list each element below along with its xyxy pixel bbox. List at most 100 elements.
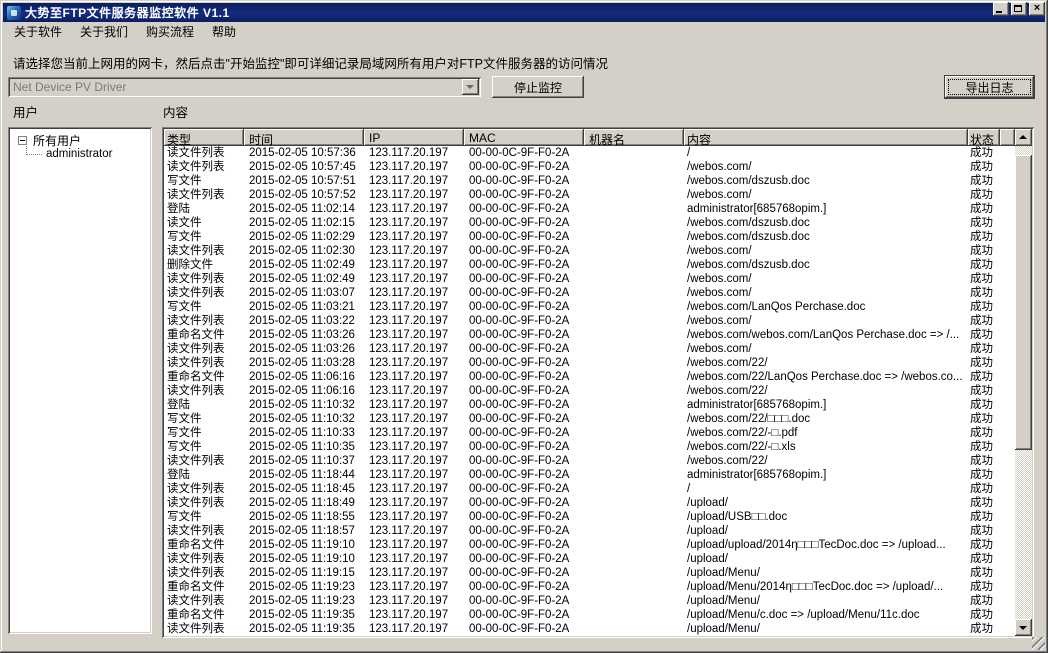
window-controls: × [993,2,1045,16]
cell-mac: 00-00-0C-9F-F0-2A [464,188,584,202]
column-header-filler [1000,129,1015,146]
cell-time: 2015-02-05 11:19:35 [244,622,364,636]
cell-content: /webos.com/dszusb.doc [684,258,968,272]
minimize-icon [996,11,1002,13]
nic-combobox[interactable]: Net Device PV Driver [8,77,481,97]
table-row[interactable]: 重命名文件 2015-02-05 11:03:26 123.117.20.197… [164,328,1015,342]
column-header-status[interactable]: 状态 [968,129,1000,146]
maximize-button[interactable] [1011,2,1027,16]
table-row[interactable]: 读文件列表 2015-02-05 11:02:49 123.117.20.197… [164,272,1015,286]
cell-machine [584,482,684,496]
table-row[interactable]: 读文件列表 2015-02-05 11:10:37 123.117.20.197… [164,454,1015,468]
cell-machine [584,412,684,426]
table-row[interactable]: 写文件 2015-02-05 11:03:21 123.117.20.197 0… [164,300,1015,314]
column-header-ip[interactable]: IP [364,129,464,146]
table-row[interactable]: 读文件列表 2015-02-05 11:19:10 123.117.20.197… [164,552,1015,566]
tree-item-administrator[interactable]: administrator [8,148,112,160]
table-row[interactable]: 重命名文件 2015-02-05 11:06:16 123.117.20.197… [164,370,1015,384]
table-row[interactable]: 重命名文件 2015-02-05 11:19:23 123.117.20.197… [164,580,1015,594]
cell-content: /upload/Menu/ [684,622,968,636]
table-row[interactable]: 读文件列表 2015-02-05 11:19:23 123.117.20.197… [164,594,1015,608]
cell-machine [584,398,684,412]
table-row[interactable]: 读文件列表 2015-02-05 11:03:26 123.117.20.197… [164,342,1015,356]
cell-type: 写文件 [164,300,244,314]
cell-content: / [684,146,968,160]
table-row[interactable]: 读文件列表 2015-02-05 10:57:52 123.117.20.197… [164,188,1015,202]
cell-type: 写文件 [164,230,244,244]
stop-monitoring-button[interactable]: 停止监控 [492,76,584,98]
menu-about-software[interactable]: 关于软件 [7,21,69,42]
cell-machine [584,370,684,384]
cell-mac: 00-00-0C-9F-F0-2A [464,622,584,636]
table-row[interactable]: 写文件 2015-02-05 11:02:29 123.117.20.197 0… [164,230,1015,244]
chevron-down-icon[interactable] [462,79,479,95]
table-row[interactable]: 写文件 2015-02-05 11:10:33 123.117.20.197 0… [164,426,1015,440]
menu-help[interactable]: 帮助 [205,21,243,42]
cell-content: /upload/ [684,552,968,566]
cell-status: 成功 [968,454,1000,468]
table-row[interactable]: 写文件 2015-02-05 11:10:35 123.117.20.197 0… [164,440,1015,454]
cell-ip: 123.117.20.197 [364,258,464,272]
scrollbar-track[interactable] [1015,146,1032,619]
table-row[interactable]: 读文件列表 2015-02-05 10:57:45 123.117.20.197… [164,160,1015,174]
cell-status: 成功 [968,272,1000,286]
menu-purchase[interactable]: 购买流程 [139,21,201,42]
cell-ip: 123.117.20.197 [364,552,464,566]
maximize-icon [1014,5,1022,12]
scrollbar-thumb[interactable] [1015,155,1032,450]
cell-type: 登陆 [164,468,244,482]
cell-type: 写文件 [164,510,244,524]
cell-machine [584,384,684,398]
column-header-time[interactable]: 时间 [244,129,364,146]
app-window: 大势至FTP文件服务器监控软件 V1.1 × 关于软件 关于我们 购买流程 帮助… [0,0,1048,653]
table-row[interactable]: 读文件列表 2015-02-05 11:03:22 123.117.20.197… [164,314,1015,328]
vertical-scrollbar[interactable] [1015,129,1032,636]
close-button[interactable]: × [1029,2,1045,16]
column-header-type[interactable]: 类型 [164,129,244,146]
cell-type: 读文件列表 [164,272,244,286]
cell-ip: 123.117.20.197 [364,496,464,510]
column-header-machine[interactable]: 机器名 [584,129,684,146]
table-row[interactable]: 读文件 2015-02-05 11:02:15 123.117.20.197 0… [164,216,1015,230]
table-row[interactable]: 读文件列表 2015-02-05 11:02:30 123.117.20.197… [164,244,1015,258]
table-row[interactable]: 读文件列表 2015-02-05 11:19:35 123.117.20.197… [164,622,1015,636]
column-header-content[interactable]: 内容 [684,129,968,146]
table-row[interactable]: 登陆 2015-02-05 11:02:14 123.117.20.197 00… [164,202,1015,216]
table-row[interactable]: 重命名文件 2015-02-05 11:19:10 123.117.20.197… [164,538,1015,552]
table-row[interactable]: 写文件 2015-02-05 11:18:55 123.117.20.197 0… [164,510,1015,524]
table-row[interactable]: 读文件列表 2015-02-05 10:57:36 123.117.20.197… [164,146,1015,160]
resize-grip[interactable] [1032,637,1045,650]
cell-ip: 123.117.20.197 [364,188,464,202]
cell-status: 成功 [968,468,1000,482]
cell-time: 2015-02-05 11:10:32 [244,398,364,412]
cell-status: 成功 [968,398,1000,412]
cell-status: 成功 [968,230,1000,244]
table-row[interactable]: 登陆 2015-02-05 11:10:32 123.117.20.197 00… [164,398,1015,412]
minimize-button[interactable] [993,2,1009,16]
cell-status: 成功 [968,160,1000,174]
cell-ip: 123.117.20.197 [364,370,464,384]
cell-machine [584,342,684,356]
cell-content: administrator[685768opim.] [684,202,968,216]
cell-type: 读文件列表 [164,482,244,496]
menu-about-us[interactable]: 关于我们 [73,21,135,42]
table-row[interactable]: 删除文件 2015-02-05 11:02:49 123.117.20.197 … [164,258,1015,272]
table-row[interactable]: 读文件列表 2015-02-05 11:18:57 123.117.20.197… [164,524,1015,538]
table-row[interactable]: 读文件列表 2015-02-05 11:19:15 123.117.20.197… [164,566,1015,580]
table-row[interactable]: 读文件列表 2015-02-05 11:18:45 123.117.20.197… [164,482,1015,496]
table-row[interactable]: 读文件列表 2015-02-05 11:03:07 123.117.20.197… [164,286,1015,300]
scroll-down-icon[interactable] [1015,619,1032,636]
export-log-button[interactable]: 导出日志 [945,76,1034,98]
table-row[interactable]: 重命名文件 2015-02-05 11:19:35 123.117.20.197… [164,608,1015,622]
scroll-up-icon[interactable] [1015,129,1032,146]
cell-ip: 123.117.20.197 [364,454,464,468]
table-row[interactable]: 读文件列表 2015-02-05 11:06:16 123.117.20.197… [164,384,1015,398]
table-row[interactable]: 写文件 2015-02-05 10:57:51 123.117.20.197 0… [164,174,1015,188]
table-row[interactable]: 登陆 2015-02-05 11:18:44 123.117.20.197 00… [164,468,1015,482]
table-row[interactable]: 读文件列表 2015-02-05 11:18:49 123.117.20.197… [164,496,1015,510]
cell-machine [584,538,684,552]
column-header-mac[interactable]: MAC [464,129,584,146]
cell-content: /webos.com/webos.com/LanQos Perchase.doc… [684,328,968,342]
table-row[interactable]: 读文件列表 2015-02-05 11:03:28 123.117.20.197… [164,356,1015,370]
table-row[interactable]: 写文件 2015-02-05 11:10:32 123.117.20.197 0… [164,412,1015,426]
